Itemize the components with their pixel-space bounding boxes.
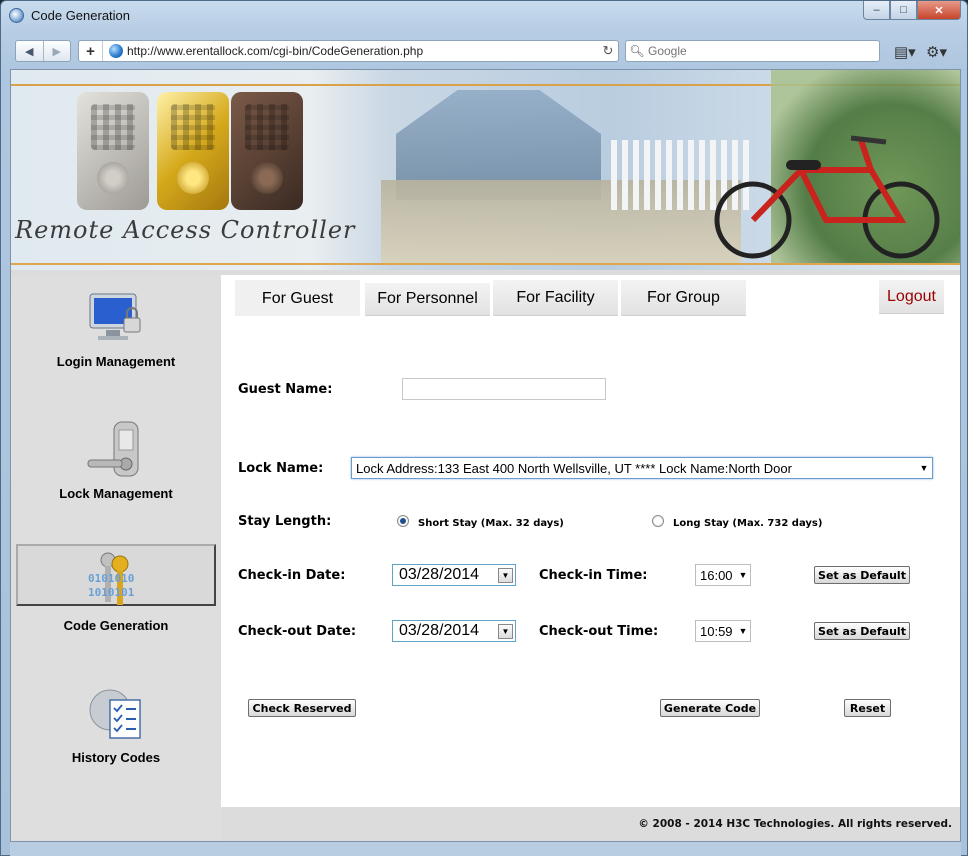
- url-text[interactable]: http://www.erentallock.com/cgi-bin/CodeG…: [127, 44, 598, 58]
- checkin-set-default-button[interactable]: Set as Default: [814, 566, 910, 584]
- short-stay-radio[interactable]: [397, 515, 409, 527]
- checkin-date-label: Check-in Date:: [238, 568, 346, 583]
- checkout-time-value: 10:59: [700, 623, 733, 639]
- search-box[interactable]: 🔍︎: [625, 40, 880, 62]
- sidebar-item-code-generation[interactable]: 0101010 1010101 Code Generation: [16, 544, 216, 662]
- sidebar-item-lock-management[interactable]: Lock Management: [16, 412, 216, 530]
- checkin-time-select[interactable]: 16:00 ▼: [695, 564, 751, 586]
- header-banner: Remote Access Controller: [11, 70, 960, 270]
- tab-for-personnel[interactable]: For Personnel: [365, 283, 490, 316]
- long-stay-label: Long Stay (Max. 732 days): [673, 518, 823, 529]
- monitor-lock-icon: [89, 293, 141, 340]
- lock-name-select[interactable]: Lock Address:133 East 400 North Wellsvil…: [351, 457, 933, 479]
- checkout-set-default-button[interactable]: Set as Default: [814, 622, 910, 640]
- reset-button[interactable]: Reset: [844, 699, 891, 717]
- checkin-date-picker[interactable]: 03/28/2014 ▼: [392, 564, 516, 586]
- chevron-down-icon: ▼: [738, 570, 748, 580]
- checkout-date-value: 03/28/2014: [399, 622, 480, 639]
- short-stay-label: Short Stay (Max. 32 days): [418, 518, 564, 529]
- banner-bottom-divider: [11, 263, 960, 265]
- close-button[interactable]: ✕: [917, 1, 961, 20]
- history-buttons: ◀ ▶: [15, 40, 71, 62]
- long-stay-radio[interactable]: [652, 515, 664, 527]
- minimize-button[interactable]: –: [863, 1, 890, 20]
- tab-for-facility[interactable]: For Facility: [493, 280, 618, 316]
- new-tab-icon[interactable]: +: [79, 41, 103, 61]
- stay-length-label: Stay Length:: [238, 514, 332, 529]
- tools-gear-icon[interactable]: ⚙▾: [926, 43, 947, 61]
- status-bar: [10, 842, 961, 856]
- keys-binary-icon: 0101010 1010101: [88, 552, 135, 605]
- checkin-time-value: 16:00: [700, 567, 733, 583]
- lock-name-label: Lock Name:: [238, 461, 324, 476]
- browser-window: Code Generation – □ ✕ ◀ ▶ + http://www.e…: [0, 0, 968, 856]
- checkout-time-select[interactable]: 10:59 ▼: [695, 620, 751, 642]
- keypad-lock-nickel-image: [77, 92, 149, 210]
- page-menu-icon[interactable]: ▤▾: [894, 43, 916, 61]
- sidebar-label-lock-management: Lock Management: [59, 486, 173, 501]
- main-panel: For Guest For Personnel For Facility For…: [221, 275, 960, 807]
- search-icon: 🔍︎: [629, 44, 645, 58]
- lock-name-selected-value: Lock Address:133 East 400 North Wellsvil…: [356, 460, 792, 476]
- back-button[interactable]: ◀: [16, 41, 43, 61]
- keypad-lock-bronze-image: [231, 92, 303, 210]
- checkin-date-value: 03/28/2014: [399, 566, 480, 583]
- calendar-dropdown-icon[interactable]: ▼: [498, 567, 513, 583]
- check-reserved-button[interactable]: Check Reserved: [248, 699, 356, 717]
- window-controls: – □ ✕: [863, 1, 961, 20]
- sidebar-item-login-management[interactable]: Login Management: [16, 280, 216, 398]
- banner-script-title: Remote Access Controller: [15, 216, 356, 244]
- maximize-button[interactable]: □: [890, 1, 917, 20]
- browser-app-icon: [9, 8, 24, 23]
- left-sidebar: Login Management Lock Management 0101010…: [11, 275, 221, 841]
- checkout-date-picker[interactable]: 03/28/2014 ▼: [392, 620, 516, 642]
- door-lock-icon: [87, 421, 139, 477]
- checkout-date-label: Check-out Date:: [238, 624, 357, 639]
- address-bar[interactable]: + http://www.erentallock.com/cgi-bin/Cod…: [78, 40, 619, 62]
- keypad-lock-brass-image: [157, 92, 229, 210]
- svg-text:0101010: 0101010: [88, 572, 134, 585]
- chevron-down-icon: ▼: [919, 463, 929, 473]
- chevron-down-icon: ▼: [738, 626, 748, 636]
- sidebar-label-history-codes: History Codes: [71, 750, 161, 765]
- navigation-toolbar: ◀ ▶ + http://www.erentallock.com/cgi-bin…: [1, 35, 967, 67]
- copyright-text: © 2008 - 2014 H3C Technologies. All righ…: [638, 818, 952, 830]
- tab-for-group[interactable]: For Group: [621, 280, 746, 316]
- sidebar-label-login-management: Login Management: [56, 354, 176, 369]
- sidebar-item-history-codes[interactable]: History Codes: [16, 676, 216, 794]
- svg-text:1010101: 1010101: [88, 586, 135, 599]
- checkout-time-label: Check-out Time:: [539, 624, 659, 639]
- red-bicycle-image: [714, 135, 940, 259]
- checkin-time-label: Check-in Time:: [539, 568, 648, 583]
- page-footer: © 2008 - 2014 H3C Technologies. All righ…: [221, 807, 960, 841]
- title-bar: Code Generation – □ ✕: [1, 1, 967, 31]
- history-checklist-icon: [89, 689, 141, 739]
- page-viewport: Remote Access Controller Login Managemen…: [10, 69, 961, 842]
- guest-name-label: Guest Name:: [238, 382, 333, 397]
- generate-code-button[interactable]: Generate Code: [660, 699, 760, 717]
- globe-icon: [109, 44, 123, 58]
- calendar-dropdown-icon[interactable]: ▼: [498, 623, 513, 639]
- guest-name-input[interactable]: [402, 378, 606, 400]
- tab-for-guest[interactable]: For Guest: [235, 280, 360, 320]
- window-title: Code Generation: [31, 8, 131, 23]
- logout-button[interactable]: Logout: [879, 280, 944, 314]
- reload-icon[interactable]: ↻: [598, 43, 618, 59]
- sidebar-label-code-generation: Code Generation: [63, 618, 169, 633]
- search-input[interactable]: [648, 44, 868, 58]
- forward-button[interactable]: ▶: [42, 41, 71, 61]
